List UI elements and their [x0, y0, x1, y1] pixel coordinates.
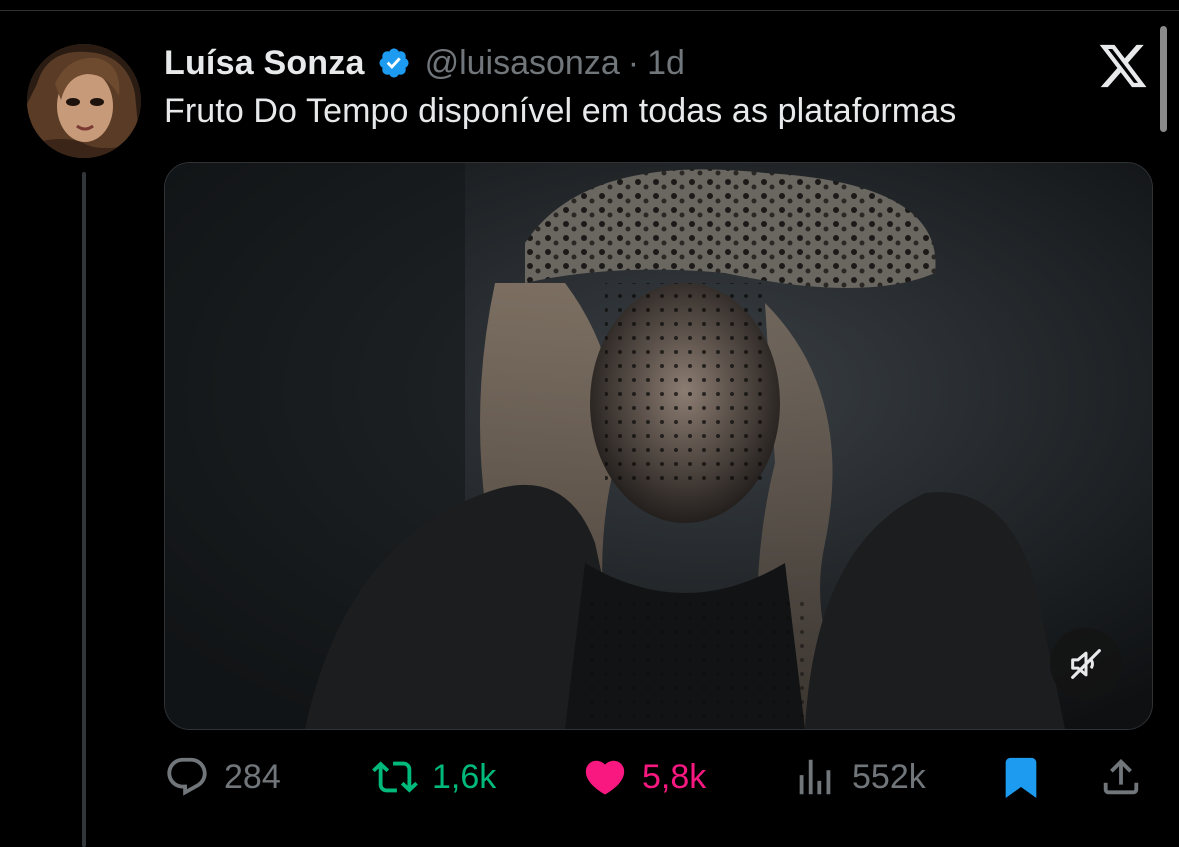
timestamp[interactable]: 1d: [647, 44, 685, 83]
video-player[interactable]: [164, 162, 1153, 730]
views-icon: [799, 759, 831, 795]
scrollbar[interactable]: [1160, 26, 1167, 132]
mute-button[interactable]: [1050, 628, 1122, 700]
separator-dot: ·: [627, 43, 640, 82]
repost-icon: [372, 761, 418, 793]
reply-icon: [167, 757, 207, 796]
x-logo-icon: [1097, 40, 1149, 92]
repost-count: 1,6k: [432, 757, 497, 796]
speaker-muted-icon: [1071, 649, 1101, 679]
like-count: 5,8k: [642, 757, 707, 796]
bookmark-button[interactable]: [998, 752, 1044, 802]
share-icon: [1103, 758, 1139, 795]
top-divider: [0, 10, 1179, 11]
verified-badge-icon: [377, 46, 411, 80]
bookmark-icon: [1005, 757, 1037, 798]
avatar[interactable]: [27, 44, 141, 158]
like-button[interactable]: 5,8k: [582, 752, 706, 802]
views-button[interactable]: 552k: [792, 752, 926, 802]
share-button[interactable]: [1098, 752, 1144, 802]
user-handle[interactable]: @luisasonza: [425, 44, 620, 83]
repost-button[interactable]: 1,6k: [372, 752, 496, 802]
tweet-header: Luísa Sonza @luisasonza · 1d: [164, 40, 685, 86]
display-name[interactable]: Luísa Sonza: [164, 44, 365, 83]
reply-button[interactable]: 284: [164, 752, 281, 802]
views-count: 552k: [852, 757, 926, 796]
thread-line: [82, 172, 86, 847]
video-frame: [165, 163, 1152, 729]
reply-count: 284: [224, 757, 281, 796]
avatar-image: [27, 44, 141, 158]
tweet-text: Fruto Do Tempo disponível em todas as pl…: [164, 92, 957, 130]
heart-icon: [585, 760, 625, 795]
